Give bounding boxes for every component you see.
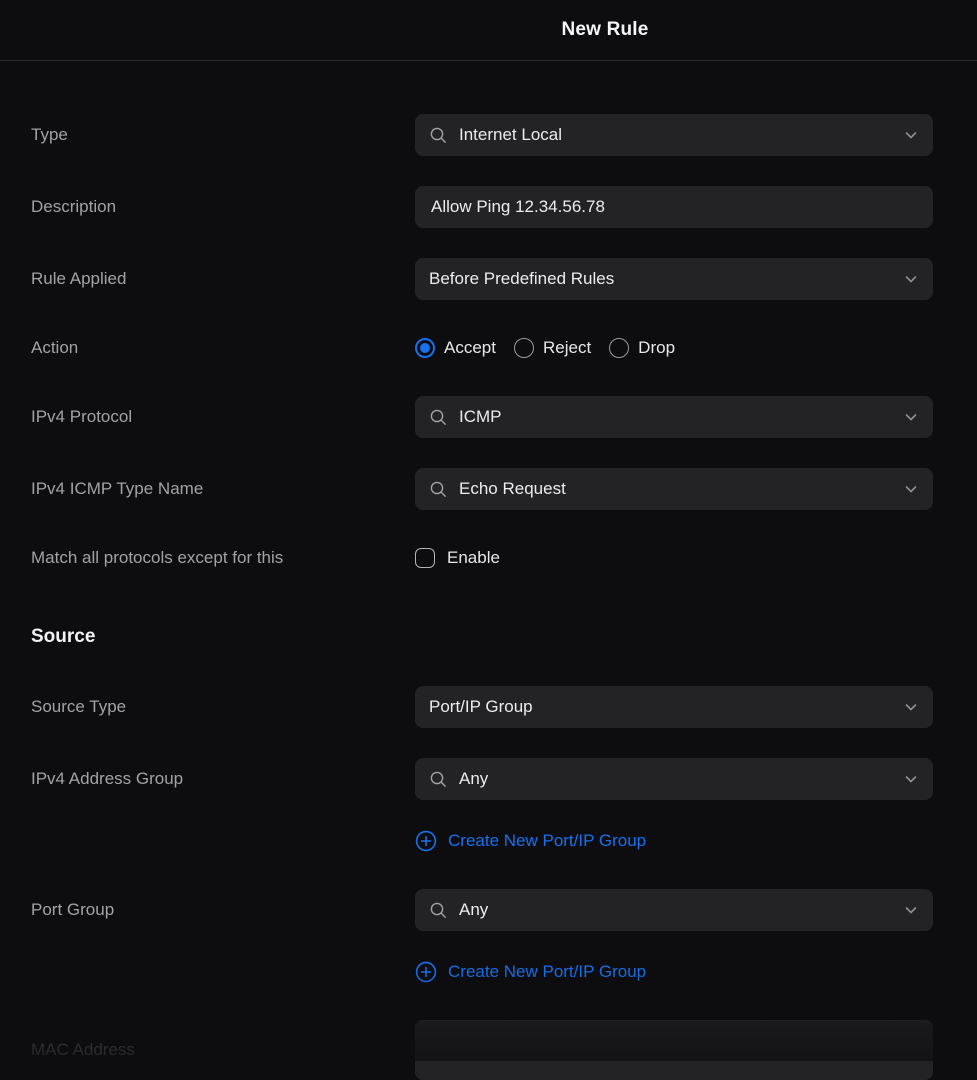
ipv4-protocol-label: IPv4 Protocol	[31, 406, 415, 427]
search-icon	[429, 770, 448, 789]
create-port-ip-group-link[interactable]: Create New Port/IP Group	[415, 961, 646, 983]
address-group-value: Any	[459, 769, 488, 789]
search-icon	[429, 901, 448, 920]
plus-circle-icon	[415, 830, 437, 852]
radio-unselected-icon	[514, 338, 534, 358]
radio-reject[interactable]: Reject	[514, 338, 591, 358]
form-row-port-group: Port Group Any	[31, 889, 933, 931]
type-value: Internet Local	[459, 125, 562, 145]
icmp-type-name-label: IPv4 ICMP Type Name	[31, 478, 415, 499]
radio-reject-label: Reject	[543, 338, 591, 358]
chevron-down-icon	[903, 271, 919, 287]
chevron-down-icon	[903, 902, 919, 918]
rule-applied-label: Rule Applied	[31, 268, 415, 289]
match-all-checkbox-label: Enable	[447, 548, 500, 568]
chevron-down-icon	[903, 481, 919, 497]
form-row-mac-address: MAC Address	[31, 1020, 933, 1080]
ipv4-protocol-value: ICMP	[459, 407, 502, 427]
source-type-value: Port/IP Group	[429, 697, 533, 717]
form-row-match-all: Match all protocols except for this Enab…	[31, 540, 933, 576]
mac-address-input[interactable]	[415, 1020, 933, 1080]
search-icon	[429, 480, 448, 499]
chevron-down-icon	[903, 771, 919, 787]
type-select[interactable]: Internet Local	[415, 114, 933, 156]
address-group-label: IPv4 Address Group	[31, 768, 415, 789]
form-row-create-link-2: Create New Port/IP Group	[31, 961, 933, 988]
port-group-value: Any	[459, 900, 488, 920]
form-row-ipv4-protocol: IPv4 Protocol ICMP	[31, 396, 933, 438]
search-icon	[429, 408, 448, 427]
radio-drop-label: Drop	[638, 338, 675, 358]
rule-applied-value: Before Predefined Rules	[429, 269, 614, 289]
radio-selected-icon	[415, 338, 435, 358]
radio-accept[interactable]: Accept	[415, 338, 496, 358]
form-row-address-group: IPv4 Address Group Any	[31, 758, 933, 800]
form-row-source-type: Source Type Port/IP Group	[31, 686, 933, 728]
checkbox-unchecked-icon	[415, 548, 435, 568]
mac-address-label: MAC Address	[31, 1039, 415, 1060]
radio-accept-label: Accept	[444, 338, 496, 358]
chevron-down-icon	[903, 699, 919, 715]
description-label: Description	[31, 196, 415, 217]
chevron-down-icon	[903, 409, 919, 425]
radio-drop[interactable]: Drop	[609, 338, 675, 358]
source-section-heading: Source	[31, 626, 933, 648]
modal-header: New Rule	[0, 0, 977, 61]
rule-applied-select[interactable]: Before Predefined Rules	[415, 258, 933, 300]
ipv4-protocol-select[interactable]: ICMP	[415, 396, 933, 438]
plus-circle-icon	[415, 961, 437, 983]
radio-unselected-icon	[609, 338, 629, 358]
form-row-icmp-type-name: IPv4 ICMP Type Name Echo Request	[31, 468, 933, 510]
type-label: Type	[31, 124, 415, 145]
description-input[interactable]	[415, 186, 933, 228]
action-label: Action	[31, 337, 415, 358]
create-port-ip-group-link[interactable]: Create New Port/IP Group	[415, 830, 646, 852]
icmp-type-name-value: Echo Request	[459, 479, 566, 499]
search-icon	[429, 126, 448, 145]
source-type-label: Source Type	[31, 696, 415, 717]
match-all-label: Match all protocols except for this	[31, 547, 415, 568]
form-row-create-link-1: Create New Port/IP Group	[31, 830, 933, 857]
form-row-rule-applied: Rule Applied Before Predefined Rules	[31, 258, 933, 300]
create-link-label: Create New Port/IP Group	[448, 962, 646, 982]
source-type-select[interactable]: Port/IP Group	[415, 686, 933, 728]
form-row-type: Type Internet Local	[31, 114, 933, 156]
form-row-description: Description	[31, 186, 933, 228]
action-radio-group: Accept Reject Drop	[415, 338, 933, 358]
create-link-label: Create New Port/IP Group	[448, 831, 646, 851]
chevron-down-icon	[903, 127, 919, 143]
form-content: Type Internet Local Description Rule App…	[0, 61, 977, 1080]
address-group-select[interactable]: Any	[415, 758, 933, 800]
page-title: New Rule	[561, 19, 648, 41]
match-all-enable-checkbox[interactable]: Enable	[415, 548, 933, 568]
port-group-label: Port Group	[31, 899, 415, 920]
icmp-type-name-select[interactable]: Echo Request	[415, 468, 933, 510]
form-row-action: Action Accept Reject Drop	[31, 330, 933, 366]
port-group-select[interactable]: Any	[415, 889, 933, 931]
